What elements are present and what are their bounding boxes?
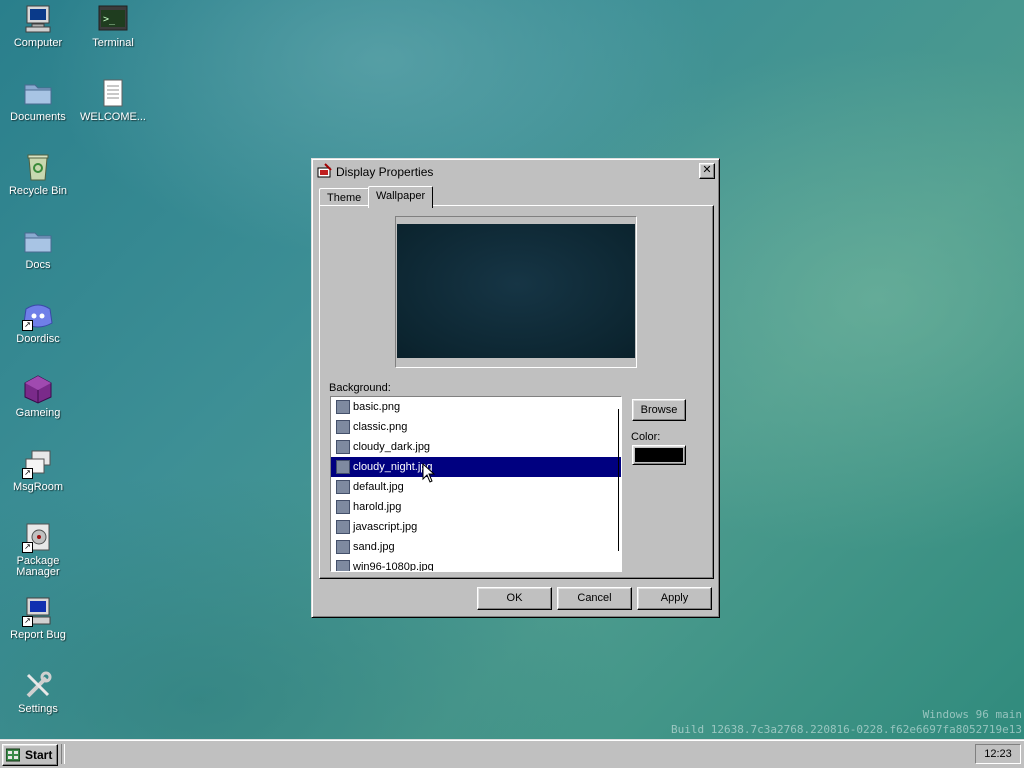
close-button[interactable]: ✕ <box>699 163 715 179</box>
list-scrollbar[interactable] <box>618 409 619 551</box>
wallpaper-tab-pane: Background: basic.png classic.png cloudy… <box>319 205 714 579</box>
terminal-icon: >_ <box>97 3 129 35</box>
image-file-icon <box>336 540 350 554</box>
chat-windows-icon: ↗ <box>22 447 54 479</box>
title-bar[interactable]: Display Properties ✕ <box>315 162 716 180</box>
desktop-icon-report-bug[interactable]: ↗ Report Bug <box>0 595 76 641</box>
recycle-bin-icon <box>22 151 54 183</box>
desktop-icon-terminal[interactable]: >_ Terminal <box>75 3 151 49</box>
desktop-icon-label: Docs <box>25 259 51 271</box>
desktop-icon-recycle-bin[interactable]: Recycle Bin <box>0 151 76 197</box>
cancel-button[interactable]: Cancel <box>557 587 632 610</box>
color-picker-button[interactable] <box>632 445 686 465</box>
window-title: Display Properties <box>336 165 434 179</box>
bug-report-computer-icon: ↗ <box>22 595 54 627</box>
desktop[interactable]: { "desktop": { "icons": [ {"label": "Com… <box>0 0 1024 768</box>
desktop-icon-label: Terminal <box>92 37 134 49</box>
clock[interactable]: 12:23 <box>975 744 1021 764</box>
text-file-icon <box>97 77 129 109</box>
image-file-icon <box>336 440 350 454</box>
desktop-icon-label: Settings <box>18 703 58 715</box>
shortcut-arrow-icon: ↗ <box>22 616 33 627</box>
discord-icon: ↗ <box>22 299 54 331</box>
folder-icon <box>22 77 54 109</box>
image-file-icon <box>336 500 350 514</box>
list-item[interactable]: basic.png <box>331 397 621 417</box>
desktop-icon-doordisc[interactable]: ↗ Doordisc <box>0 299 76 345</box>
start-button[interactable]: Start <box>2 744 58 766</box>
apply-button[interactable]: Apply <box>637 587 712 610</box>
desktop-icon-label: WELCOME... <box>79 111 146 123</box>
desktop-icon-label: Gameing <box>15 407 61 419</box>
desktop-icon-docs[interactable]: Docs <box>0 225 76 271</box>
background-label: Background: <box>329 382 391 394</box>
color-label: Color: <box>631 431 661 443</box>
desktop-icon-welcome[interactable]: WELCOME... <box>75 77 151 123</box>
wallpaper-preview-screen <box>397 224 635 358</box>
shortcut-arrow-icon: ↗ <box>22 542 33 553</box>
shortcut-arrow-icon: ↗ <box>22 320 33 331</box>
desktop-icon-gameing[interactable]: Gameing <box>0 373 76 419</box>
desktop-icon-package-manager[interactable]: ↗ Package Manager <box>0 521 76 578</box>
color-swatch-fill <box>635 448 683 462</box>
desktop-icon-label: Documents <box>10 111 66 123</box>
image-file-icon <box>336 460 350 474</box>
shortcut-arrow-icon: ↗ <box>22 468 33 479</box>
taskbar-separator <box>61 744 65 764</box>
desktop-icon-label: MsgRoom <box>12 481 64 493</box>
svg-text:>_: >_ <box>103 14 116 25</box>
desktop-icon-label: Report Bug <box>10 629 66 641</box>
list-item[interactable]: win96-1080p.jpg <box>331 557 621 571</box>
browse-button[interactable]: Browse <box>632 399 686 421</box>
wallpaper-preview <box>395 216 637 368</box>
ok-button[interactable]: OK <box>477 587 552 610</box>
desktop-icon-settings[interactable]: Settings <box>0 669 76 715</box>
desktop-icon-computer[interactable]: Computer <box>0 3 76 49</box>
tools-icon <box>22 669 54 701</box>
list-item-selected[interactable]: cloudy_night.jpg <box>331 457 621 477</box>
list-item[interactable]: sand.jpg <box>331 537 621 557</box>
package-manager-icon: ↗ <box>22 521 54 553</box>
mouse-cursor-icon <box>422 462 436 483</box>
image-file-icon <box>336 420 350 434</box>
image-file-icon <box>336 400 350 414</box>
list-item[interactable]: cloudy_dark.jpg <box>331 437 621 457</box>
desktop-icon-msgroom[interactable]: ↗ MsgRoom <box>0 447 76 493</box>
taskbar: Start 12:23 <box>0 739 1024 768</box>
background-list[interactable]: basic.png classic.png cloudy_dark.jpg cl… <box>330 396 622 572</box>
desktop-icon-label: Computer <box>13 37 63 49</box>
image-file-icon <box>336 520 350 534</box>
desktop-icon-label: Doordisc <box>16 333 60 345</box>
display-properties-window[interactable]: Display Properties ✕ Theme Wallpaper Bac… <box>311 158 720 618</box>
display-properties-icon <box>317 163 333 179</box>
desktop-icon-label: Package Manager <box>16 555 60 578</box>
start-label: Start <box>25 748 53 762</box>
cube-icon <box>22 373 54 405</box>
desktop-icon-documents[interactable]: Documents <box>0 77 76 123</box>
desktop-icon-label: Recycle Bin <box>8 185 68 197</box>
build-watermark-line2: Build 12638.7c3a2768.220816-0228.f62e669… <box>671 723 1022 736</box>
list-item[interactable]: default.jpg <box>331 477 621 497</box>
list-item[interactable]: classic.png <box>331 417 621 437</box>
computer-icon <box>22 3 54 35</box>
build-watermark-line1: Windows 96 main <box>922 708 1022 721</box>
start-logo-icon <box>5 748 21 762</box>
image-file-icon <box>336 480 350 494</box>
tab-wallpaper[interactable]: Wallpaper <box>368 186 434 208</box>
list-item[interactable]: harold.jpg <box>331 497 621 517</box>
image-file-icon <box>336 560 350 571</box>
folder-icon <box>22 225 54 257</box>
list-item[interactable]: javascript.jpg <box>331 517 621 537</box>
